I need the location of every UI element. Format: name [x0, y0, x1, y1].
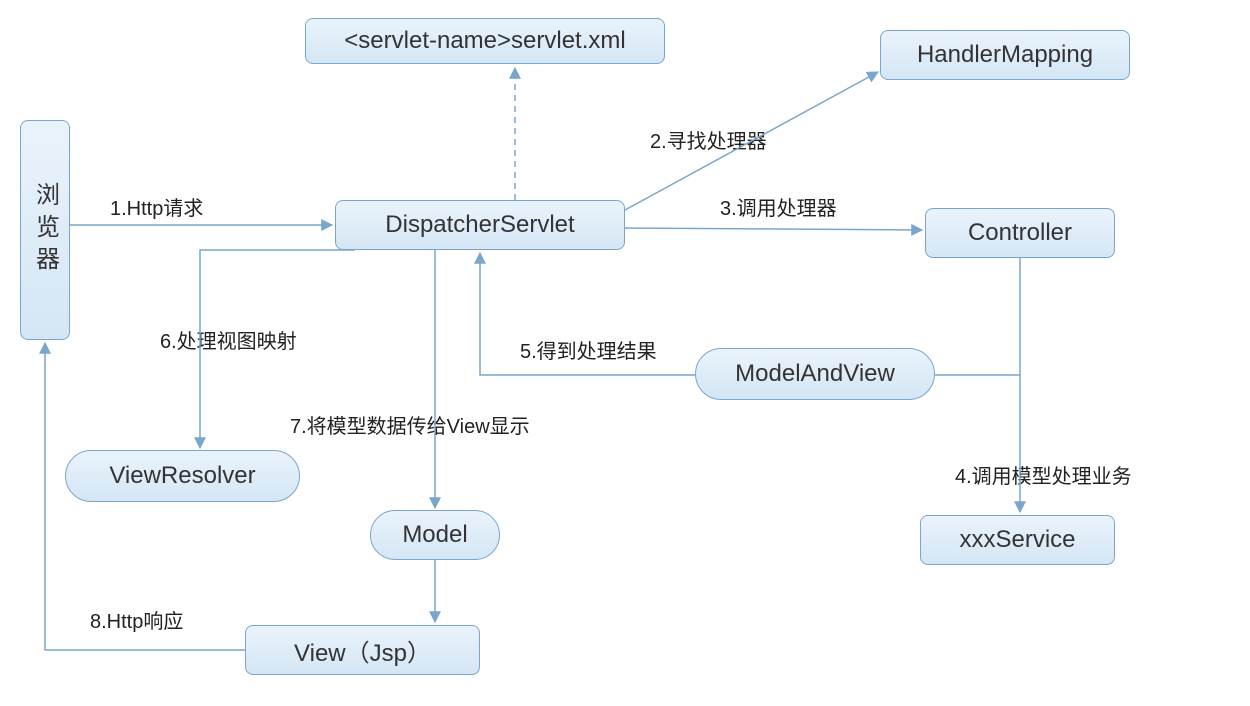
- label-e3: 3.调用处理器: [720, 192, 837, 221]
- label-e8: 8.Http响应: [90, 605, 183, 634]
- node-dispatcher: DispatcherServlet: [335, 200, 625, 250]
- label-e4: 4.调用模型处理业务: [955, 460, 1132, 489]
- node-controller: Controller: [925, 208, 1115, 258]
- label-e6: 6.处理视图映射: [160, 325, 297, 354]
- node-servlet-xml: <servlet-name>servlet.xml: [305, 18, 665, 64]
- node-model-and-view: ModelAndView: [695, 348, 935, 400]
- node-view-resolver: ViewResolver: [65, 450, 300, 502]
- node-handler-mapping: HandlerMapping: [880, 30, 1130, 80]
- node-view-jsp: View（Jsp）: [245, 625, 480, 675]
- label-e7: 7.将模型数据传给View显示: [290, 410, 530, 439]
- node-xxx-service: xxxService: [920, 515, 1115, 565]
- label-e2: 2.寻找处理器: [650, 125, 767, 154]
- label-e5: 5.得到处理结果: [520, 335, 657, 364]
- node-browser: 浏览器: [20, 120, 70, 340]
- label-e1: 1.Http请求: [110, 192, 203, 221]
- node-model: Model: [370, 510, 500, 560]
